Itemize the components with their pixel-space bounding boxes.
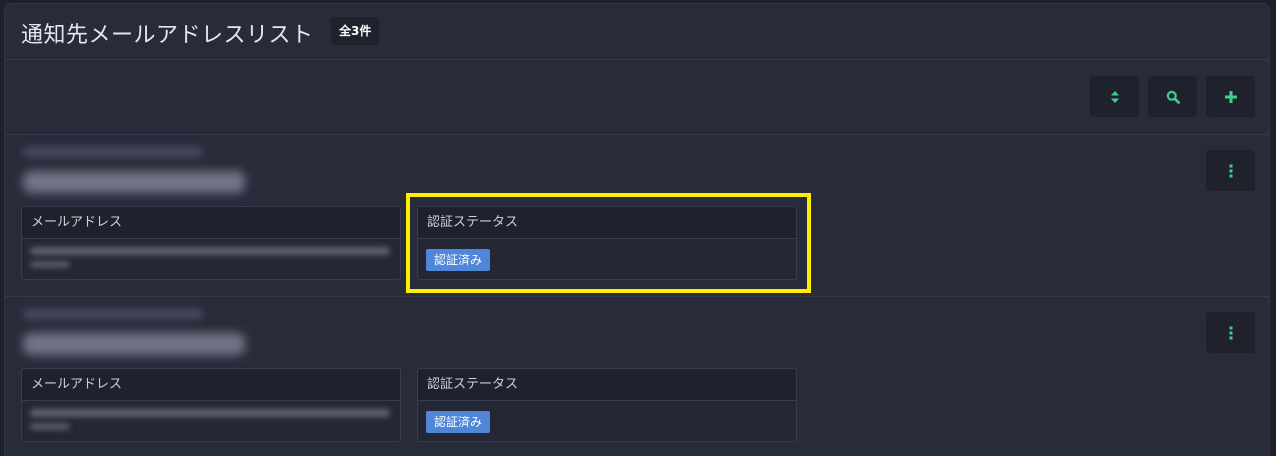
status-label: 認証ステータス [418, 369, 796, 401]
search-button[interactable] [1148, 76, 1197, 117]
status-field: 認証ステータス 認証済み [417, 368, 797, 442]
redacted-subtitle [23, 309, 203, 319]
more-options-button[interactable] [1206, 312, 1255, 353]
redacted-email-cont [30, 423, 70, 430]
redacted-email [30, 247, 390, 255]
count-badge: 全3件 [331, 17, 380, 45]
more-vertical-icon [1229, 164, 1232, 177]
status-field: 認証ステータス 認証済み [417, 206, 797, 280]
email-list-panel: 通知先メールアドレスリスト 全3件 メールアドレス 認証ステータス 認証済み メ… [4, 3, 1270, 456]
email-label: メールアドレス [22, 369, 400, 401]
search-icon [1166, 90, 1180, 104]
sort-button[interactable] [1090, 76, 1139, 117]
email-field: メールアドレス [21, 206, 401, 280]
redacted-name [23, 333, 245, 355]
redacted-name [23, 171, 245, 193]
redacted-email-cont [30, 261, 70, 268]
status-label: 認証ステータス [418, 207, 796, 239]
more-options-button[interactable] [1206, 150, 1255, 191]
redacted-email [30, 409, 390, 417]
email-field: メールアドレス [21, 368, 401, 442]
status-badge: 認証済み [426, 249, 491, 271]
email-label: メールアドレス [22, 207, 400, 239]
toolbar [5, 60, 1269, 135]
panel-header: 通知先メールアドレスリスト 全3件 [5, 4, 1269, 60]
add-button[interactable] [1206, 76, 1255, 117]
page-title: 通知先メールアドレスリスト [21, 23, 314, 48]
sort-icon [1110, 90, 1119, 103]
plus-icon [1224, 90, 1237, 103]
redacted-subtitle [23, 147, 203, 157]
more-vertical-icon [1229, 326, 1232, 339]
list-item: メールアドレス 認証ステータス 認証済み [5, 135, 1269, 297]
status-badge: 認証済み [426, 411, 491, 433]
list-item: メールアドレス 認証ステータス 認証済み [5, 297, 1269, 456]
